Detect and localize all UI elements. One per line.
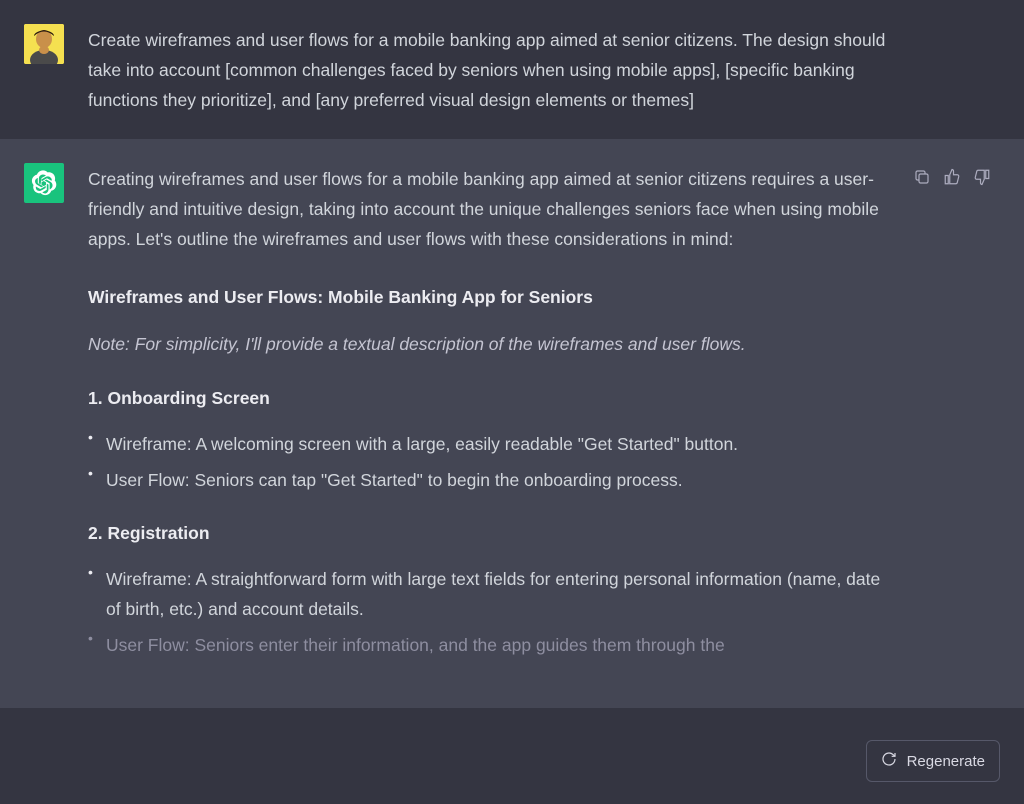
section-1-list: Wireframe: A welcoming screen with a lar… (88, 430, 888, 496)
section-title-1: 1. Onboarding Screen (88, 384, 888, 414)
user-message-text: Create wireframes and user flows for a m… (88, 24, 888, 115)
thumbs-up-icon[interactable] (942, 167, 962, 187)
assistant-avatar (24, 163, 64, 203)
section-2-list: Wireframe: A straightforward form with l… (88, 565, 888, 660)
user-message: Create wireframes and user flows for a m… (0, 0, 1024, 139)
copy-icon[interactable] (912, 167, 932, 187)
regenerate-button[interactable]: Regenerate (866, 740, 1000, 782)
list-item: Wireframe: A straightforward form with l… (88, 565, 888, 625)
list-item: User Flow: Seniors can tap "Get Started"… (88, 466, 888, 496)
assistant-content: Creating wireframes and user flows for a… (88, 163, 888, 684)
regenerate-label: Regenerate (907, 753, 985, 770)
assistant-heading: Wireframes and User Flows: Mobile Bankin… (88, 283, 888, 313)
assistant-note: Note: For simplicity, I'll provide a tex… (88, 330, 888, 360)
message-actions (912, 163, 992, 684)
assistant-intro: Creating wireframes and user flows for a… (88, 165, 888, 254)
user-avatar (24, 24, 64, 64)
thumbs-down-icon[interactable] (972, 167, 992, 187)
regenerate-icon (881, 751, 897, 771)
list-item: Wireframe: A welcoming screen with a lar… (88, 430, 888, 460)
list-item: User Flow: Seniors enter their informati… (88, 631, 888, 661)
section-title-2: 2. Registration (88, 519, 888, 549)
assistant-message: Creating wireframes and user flows for a… (0, 139, 1024, 708)
